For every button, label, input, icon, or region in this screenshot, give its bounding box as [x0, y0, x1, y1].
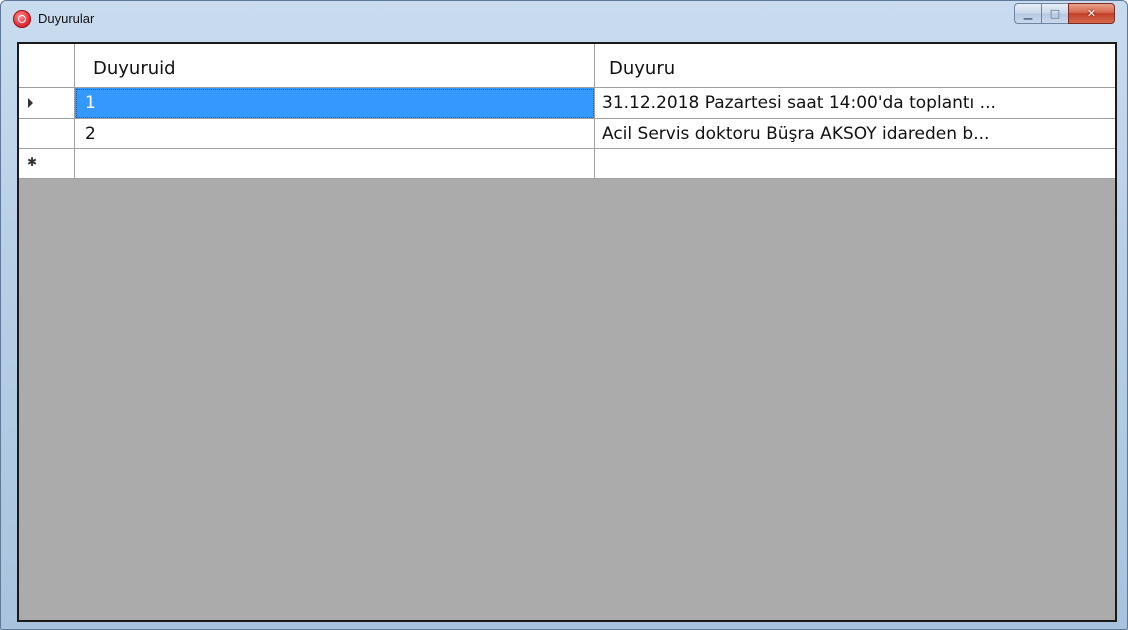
column-header-duyuruid[interactable]: Duyuruid [75, 44, 595, 88]
minimize-button[interactable]: ▁ [1014, 3, 1041, 24]
table-row[interactable]: 2 Acil Servis doktoru Büşra AKSOY idared… [19, 119, 1115, 149]
cell-duyuru[interactable]: 31.12.2018 Pazartesi saat 14:00'da topla… [595, 88, 1115, 119]
duyurular-window: Duyurular ▁ □ ✕ Duyuruid Duyuru 1 31.12.… [0, 0, 1128, 630]
column-header-duyuru[interactable]: Duyuru [595, 44, 1115, 88]
window-title: Duyurular [38, 11, 95, 26]
new-row[interactable]: ✱ [19, 149, 1115, 179]
minimize-icon: ▁ [1023, 7, 1033, 20]
title-bar[interactable]: Duyurular ▁ □ ✕ [1, 1, 1127, 39]
maximize-icon: □ [1049, 7, 1061, 20]
cell-duyuruid[interactable]: 2 [75, 119, 595, 149]
maximize-button[interactable]: □ [1041, 3, 1068, 24]
current-row-arrow-icon [28, 98, 33, 108]
cell-duyuru-new[interactable] [595, 149, 1115, 179]
close-icon: ✕ [1086, 7, 1097, 20]
header-row: Duyuruid Duyuru [19, 44, 1115, 88]
cell-duyuruid-new[interactable] [75, 149, 595, 179]
row-header[interactable] [19, 88, 75, 119]
top-left-header-cell[interactable] [19, 44, 75, 88]
close-button[interactable]: ✕ [1068, 3, 1115, 24]
window-controls: ▁ □ ✕ [1014, 3, 1115, 25]
new-row-star-icon: ✱ [27, 155, 38, 169]
app-icon[interactable] [13, 10, 31, 28]
cell-duyuru[interactable]: Acil Servis doktoru Büşra AKSOY idareden… [595, 119, 1115, 149]
duyurular-data-grid[interactable]: Duyuruid Duyuru 1 31.12.2018 Pazartesi s… [17, 42, 1117, 622]
row-header[interactable] [19, 119, 75, 149]
row-header[interactable]: ✱ [19, 149, 75, 179]
table-row[interactable]: 1 31.12.2018 Pazartesi saat 14:00'da top… [19, 88, 1115, 119]
cell-duyuruid[interactable]: 1 [75, 88, 595, 119]
